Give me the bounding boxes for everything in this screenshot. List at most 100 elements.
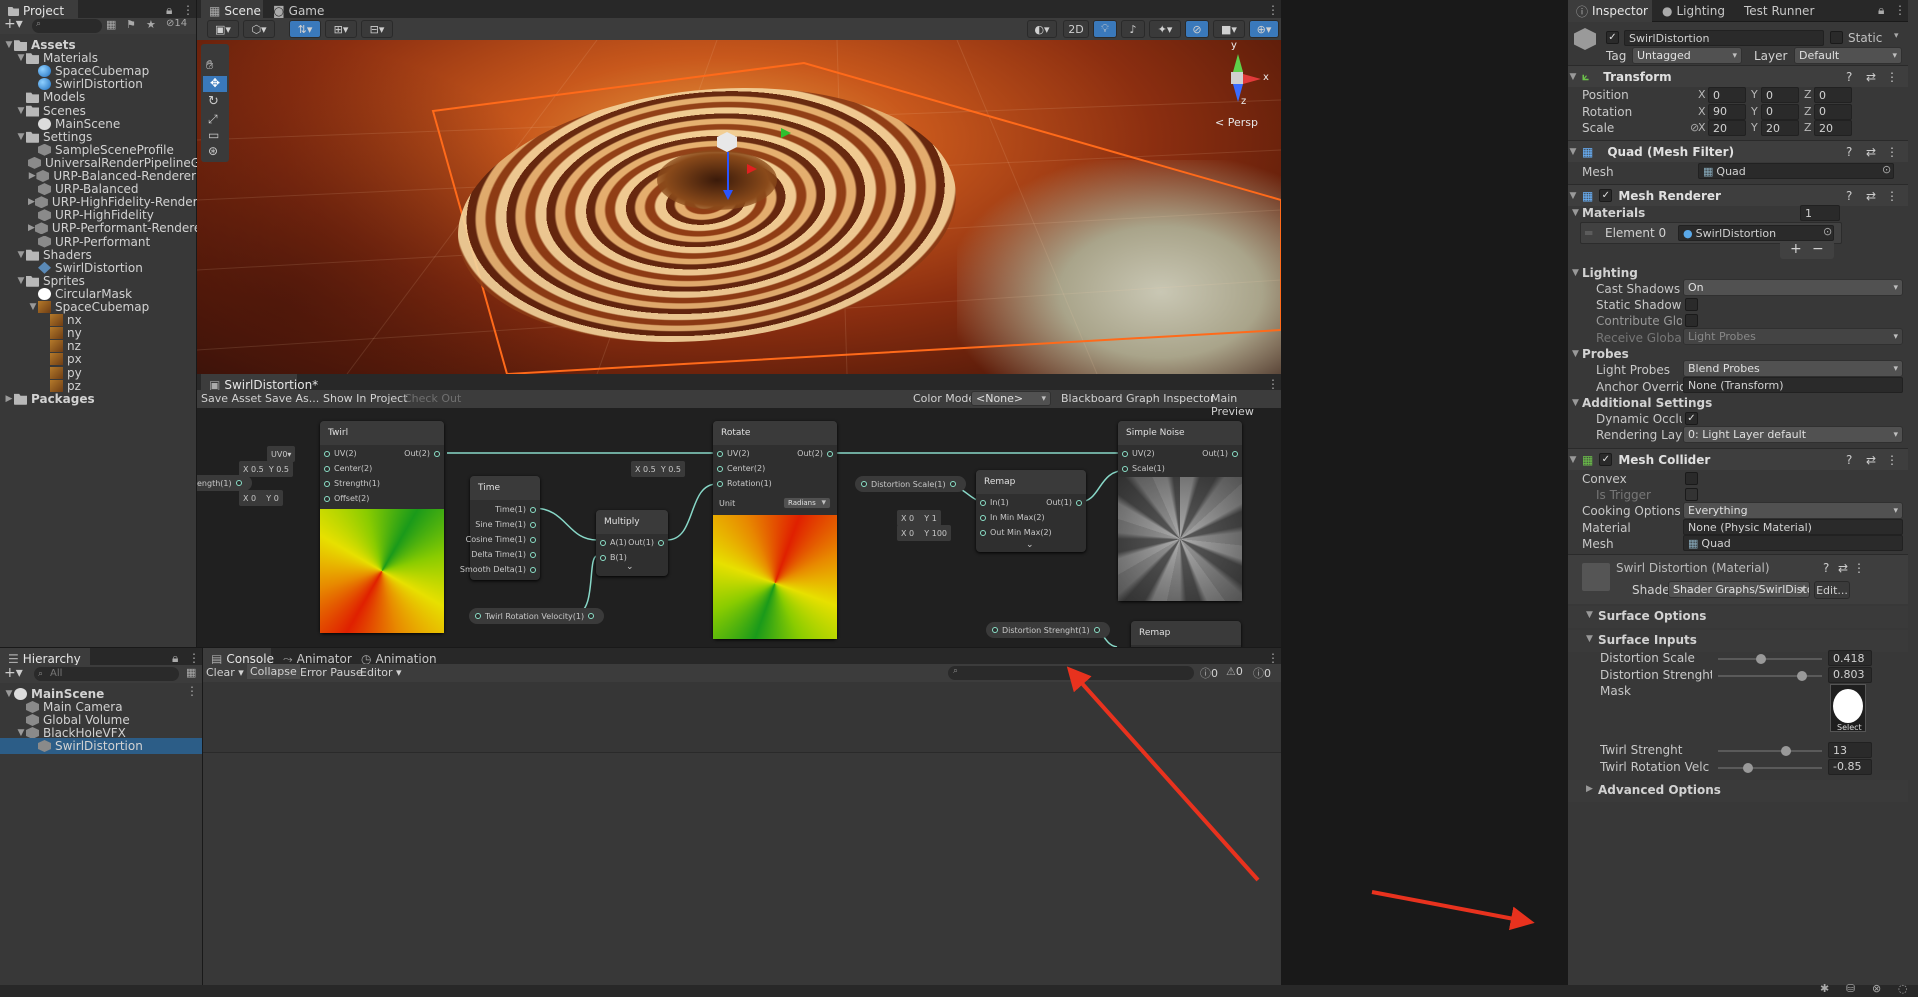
transform-z-field[interactable]: 0 bbox=[1814, 87, 1852, 103]
material-property-label: Distortion Strenght bbox=[1600, 667, 1712, 682]
property-value-field[interactable]: -0.85 bbox=[1828, 758, 1872, 775]
help-icon[interactable]: ? bbox=[1823, 561, 1829, 575]
materials-list: ═ Element 0 ● SwirlDistortion ⊙ bbox=[1580, 222, 1842, 244]
mesh-renderer-enabled-checkbox[interactable]: ✓ bbox=[1599, 189, 1613, 202]
list-add-remove: + − bbox=[1780, 241, 1834, 259]
active-checkbox[interactable]: ✓ bbox=[1606, 31, 1619, 44]
help-icon[interactable]: ? bbox=[1846, 189, 1852, 203]
network-icon[interactable]: ⊗ bbox=[1872, 982, 1881, 995]
preset-icon[interactable]: ⇄ bbox=[1838, 561, 1848, 575]
transform-z-field[interactable]: 20 bbox=[1814, 120, 1852, 136]
progress-icon[interactable]: ◌ bbox=[1898, 982, 1908, 995]
collider-mesh-field[interactable]: ▦ Quad bbox=[1683, 535, 1903, 551]
mesh-collider-enabled-checkbox[interactable]: ✓ bbox=[1599, 453, 1613, 466]
dynamic-occlusion-checkbox[interactable]: ✓ bbox=[1685, 412, 1698, 425]
cast-shadows-dropdown[interactable]: On bbox=[1683, 279, 1903, 296]
tab-test-runner[interactable]: Test Runner bbox=[1736, 0, 1826, 22]
mesh-filter-header[interactable]: ▼ ▦ Quad (Mesh Filter) ? ⇄ ⋮ bbox=[1568, 140, 1908, 162]
transform-y-field[interactable]: 20 bbox=[1761, 120, 1799, 136]
preset-icon[interactable]: ⇄ bbox=[1866, 145, 1876, 159]
mesh-filter-icon: ▦ bbox=[1582, 144, 1594, 159]
preset-icon[interactable]: ⇄ bbox=[1866, 70, 1876, 84]
component-menu-icon[interactable]: ⋮ bbox=[1886, 70, 1898, 84]
static-shadow-checkbox[interactable] bbox=[1685, 298, 1698, 311]
rendering-layer-dropdown[interactable]: 0: Light Layer default bbox=[1683, 426, 1903, 443]
slider-knob[interactable] bbox=[1780, 746, 1791, 756]
transform-x-field[interactable]: 20 bbox=[1708, 120, 1746, 136]
drag-handle-icon[interactable]: ═ bbox=[1585, 226, 1592, 240]
mesh-collider-header[interactable]: ▼ ▦ ✓ Mesh Collider ? ⇄ ⋮ bbox=[1568, 448, 1908, 470]
transform-icon: ⟀ bbox=[1582, 69, 1590, 83]
transform-x-field[interactable]: 90 bbox=[1708, 103, 1746, 120]
mesh-renderer-header[interactable]: ▼ ▦ ✓ Mesh Renderer ? ⇄ ⋮ bbox=[1568, 184, 1908, 206]
cooking-options-dropdown[interactable]: Everything bbox=[1683, 502, 1903, 519]
mesh-icon: ▦ bbox=[1688, 536, 1699, 550]
component-menu-icon[interactable]: ⋮ bbox=[1886, 453, 1898, 467]
material-property-label: Twirl Rotation Velc bbox=[1600, 759, 1710, 774]
help-icon[interactable]: ? bbox=[1846, 70, 1852, 84]
property-value-field[interactable]: 13 bbox=[1828, 742, 1872, 758]
help-icon[interactable]: ? bbox=[1846, 145, 1852, 159]
light-probes-dropdown[interactable]: Blend Probes bbox=[1683, 360, 1903, 377]
surface-options-section[interactable]: ▼ Surface Options bbox=[1568, 606, 1908, 628]
shader-dropdown[interactable]: Shader Graphs/SwirlDistortio bbox=[1668, 581, 1810, 598]
status-bar: ✱ ⛁ ⊗ ◌ bbox=[0, 982, 1918, 997]
convex-checkbox[interactable] bbox=[1685, 472, 1698, 485]
component-menu-icon[interactable]: ⋮ bbox=[1886, 145, 1898, 159]
object-picker-icon[interactable]: ⊙ bbox=[1882, 163, 1891, 176]
transform-row-label: Position bbox=[1582, 88, 1629, 102]
transform-x-field[interactable]: 0 bbox=[1708, 87, 1746, 103]
surface-inputs-section[interactable]: ▼ Surface Inputs bbox=[1568, 630, 1908, 652]
slider-knob[interactable] bbox=[1743, 762, 1754, 773]
property-slider[interactable] bbox=[1718, 658, 1822, 660]
property-value-field[interactable]: 0.418 bbox=[1828, 650, 1872, 666]
tab-lighting[interactable]: ● Lighting bbox=[1654, 0, 1734, 22]
lock-icon[interactable]: 🔒︎ bbox=[1878, 3, 1884, 18]
is-trigger-checkbox[interactable] bbox=[1685, 488, 1698, 501]
layer-dropdown[interactable]: Default bbox=[1794, 47, 1902, 64]
transform-header[interactable]: ▼ ⟀ Transform ? ⇄ ⋮ bbox=[1568, 65, 1908, 87]
info-icon: ⓘ bbox=[1576, 4, 1589, 19]
material-header[interactable]: Swirl Distortion (Material) Shader Shade… bbox=[1568, 554, 1908, 604]
mesh-field[interactable]: ▦ Quad bbox=[1698, 163, 1894, 179]
preset-icon[interactable]: ⇄ bbox=[1866, 453, 1876, 467]
static-dropdown-icon[interactable]: ▾ bbox=[1894, 31, 1899, 41]
cache-icon[interactable]: ⛁ bbox=[1846, 982, 1855, 995]
more-menu-icon[interactable]: ⋮ bbox=[1894, 3, 1906, 17]
remove-element-button[interactable]: − bbox=[1812, 241, 1824, 257]
link-icon[interactable]: ⊘ bbox=[1690, 121, 1699, 134]
add-element-button[interactable]: + bbox=[1790, 241, 1802, 257]
annotation-arrow-inspector bbox=[1371, 890, 1535, 931]
element0-material-field[interactable]: ● SwirlDistortion bbox=[1678, 225, 1834, 241]
contribute-gi-checkbox[interactable] bbox=[1685, 314, 1698, 327]
static-checkbox[interactable] bbox=[1830, 31, 1843, 44]
property-value-field[interactable]: 0.803 bbox=[1828, 666, 1872, 683]
mask-texture-slot[interactable]: Select bbox=[1830, 684, 1866, 732]
material-property-label: Twirl Strenght bbox=[1600, 743, 1683, 757]
gameobject-icon bbox=[1574, 28, 1596, 50]
tag-dropdown[interactable]: Untagged bbox=[1632, 47, 1742, 64]
advanced-options-section[interactable]: ▶ Advanced Options bbox=[1568, 780, 1908, 802]
component-menu-icon[interactable]: ⋮ bbox=[1886, 189, 1898, 203]
anchor-override-field[interactable]: None (Transform) bbox=[1683, 377, 1903, 393]
materials-count-field[interactable]: 1 bbox=[1800, 205, 1840, 221]
component-menu-icon[interactable]: ⋮ bbox=[1853, 561, 1865, 575]
slider-knob[interactable] bbox=[1756, 654, 1767, 664]
transform-z-field[interactable]: 0 bbox=[1814, 103, 1852, 120]
transform-row-label: Rotation bbox=[1582, 104, 1633, 119]
transform-y-field[interactable]: 0 bbox=[1761, 103, 1799, 120]
transform-row-label: Scale bbox=[1582, 121, 1615, 135]
property-slider[interactable] bbox=[1718, 750, 1822, 752]
tab-inspector[interactable]: ⓘ Inspector bbox=[1568, 0, 1652, 22]
bug-icon[interactable]: ✱ bbox=[1820, 982, 1829, 995]
transform-y-field[interactable]: 0 bbox=[1761, 87, 1799, 103]
receive-gi-dropdown[interactable]: Light Probes bbox=[1683, 328, 1903, 345]
help-icon[interactable]: ? bbox=[1846, 453, 1852, 467]
physic-material-field[interactable]: None (Physic Material) bbox=[1683, 519, 1903, 535]
edit-shader-button[interactable]: Edit... bbox=[1814, 581, 1850, 599]
object-picker-icon[interactable]: ⊙ bbox=[1823, 225, 1832, 238]
slider-knob[interactable] bbox=[1796, 670, 1807, 681]
property-slider[interactable] bbox=[1718, 766, 1822, 769]
preset-icon[interactable]: ⇄ bbox=[1866, 189, 1876, 203]
object-name-field[interactable]: SwirlDistortion bbox=[1624, 30, 1824, 46]
